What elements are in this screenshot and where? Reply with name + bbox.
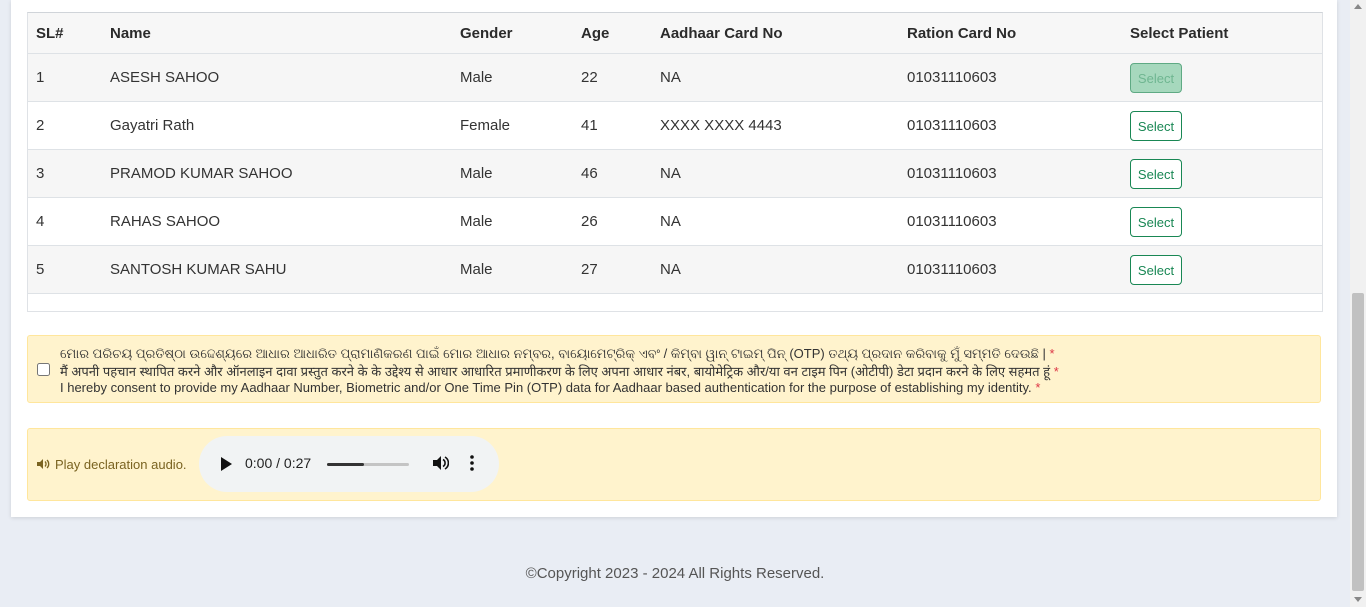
header-ration: Ration Card No [899, 13, 1122, 54]
audio-label: Play declaration audio. [36, 457, 187, 472]
cell-sl: 1 [28, 53, 102, 102]
patient-table: SL# Name Gender Age Aadhaar Card No Rati… [28, 13, 1322, 294]
table-header-row: SL# Name Gender Age Aadhaar Card No Rati… [28, 13, 1322, 54]
play-icon[interactable] [221, 457, 232, 471]
cell-sl: 2 [28, 101, 102, 150]
cell-select: Select [1122, 197, 1322, 246]
cell-aadhaar: NA [652, 245, 899, 294]
consent-odia-label: ମୋର ପରିଚୟ ପ୍ରତିଷ୍ଠା ଉଦ୍ଦେଶ୍ୟରେ ଆଧାର ଆଧାର… [60, 346, 1046, 361]
cell-aadhaar: NA [652, 149, 899, 198]
consent-text-hindi: मैं अपनी पहचान स्थापित करने और ऑनलाइन दा… [60, 362, 1059, 380]
header-select: Select Patient [1122, 13, 1322, 54]
cell-gender: Female [452, 101, 573, 150]
required-mark: * [1035, 380, 1041, 395]
cell-name: ASESH SAHOO [102, 53, 452, 102]
volume-slider[interactable] [327, 463, 409, 466]
cell-name: SANTOSH KUMAR SAHU [102, 245, 452, 294]
cell-select: Select [1122, 101, 1322, 150]
page-scrollbar[interactable] [1350, 0, 1366, 607]
cell-select: Select [1122, 149, 1322, 198]
cell-sl: 4 [28, 197, 102, 246]
consent-text-english: I hereby consent to provide my Aadhaar N… [60, 380, 1040, 395]
audio-player[interactable]: 0:00 / 0:27 [199, 436, 499, 492]
select-patient-button[interactable]: Select [1130, 110, 1182, 141]
consent-box: ମୋର ପରିଚୟ ପ୍ରତିଷ୍ଠା ଉଦ୍ଦେଶ୍ୟରେ ଆଧାର ଆଧାର… [27, 335, 1321, 403]
header-sl: SL# [28, 13, 102, 54]
audio-declaration-box: Play declaration audio. 0:00 / 0:27 [27, 428, 1321, 501]
scroll-down-icon[interactable] [1354, 597, 1362, 602]
cell-ration: 01031110603 [899, 245, 1122, 294]
consent-checkbox[interactable] [37, 363, 50, 376]
more-options-icon[interactable] [470, 455, 474, 471]
select-patient-button[interactable]: Select [1130, 158, 1182, 189]
cell-aadhaar: NA [652, 53, 899, 102]
cell-sl: 5 [28, 245, 102, 294]
patient-card: SL# Name Gender Age Aadhaar Card No Rati… [11, 0, 1337, 517]
cell-name: PRAMOD KUMAR SAHOO [102, 149, 452, 198]
cell-sl: 3 [28, 149, 102, 198]
cell-age: 41 [573, 101, 652, 150]
table-row: 5 SANTOSH KUMAR SAHU Male 27 NA 01031110… [28, 245, 1322, 294]
cell-aadhaar: XXXX XXXX 4443 [652, 101, 899, 150]
consent-english-label: I hereby consent to provide my Aadhaar N… [60, 380, 1032, 395]
cell-age: 26 [573, 197, 652, 246]
cell-age: 46 [573, 149, 652, 198]
cell-name: RAHAS SAHOO [102, 197, 452, 246]
cell-age: 22 [573, 53, 652, 102]
cell-gender: Male [452, 149, 573, 198]
select-patient-button[interactable]: Select [1130, 62, 1182, 93]
cell-select: Select [1122, 245, 1322, 294]
table-row: 3 PRAMOD KUMAR SAHOO Male 46 NA 01031110… [28, 149, 1322, 198]
consent-text-odia: ମୋର ପରିଚୟ ପ୍ରତିଷ୍ଠା ଉଦ୍ଦେଶ୍ୟରେ ଆଧାର ଆଧାର… [60, 346, 1055, 362]
scrollbar-thumb[interactable] [1352, 293, 1364, 591]
cell-gender: Male [452, 197, 573, 246]
cell-ration: 01031110603 [899, 101, 1122, 150]
audio-label-text: Play declaration audio. [55, 457, 187, 472]
header-gender: Gender [452, 13, 573, 54]
cell-ration: 01031110603 [899, 149, 1122, 198]
cell-gender: Male [452, 245, 573, 294]
scroll-up-icon[interactable] [1354, 4, 1362, 9]
footer-copyright: ©Copyright 2023 - 2024 All Rights Reserv… [525, 565, 825, 582]
audio-time: 0:00 / 0:27 [245, 455, 312, 471]
volume-slider-fill [327, 463, 364, 466]
select-patient-button[interactable]: Select [1130, 206, 1182, 237]
header-aadhaar: Aadhaar Card No [652, 13, 899, 54]
header-age: Age [573, 13, 652, 54]
header-name: Name [102, 13, 452, 54]
patient-table-container: SL# Name Gender Age Aadhaar Card No Rati… [27, 12, 1323, 312]
consent-hindi-label: मैं अपनी पहचान स्थापित करने और ऑनलाइन दा… [60, 364, 1051, 379]
cell-aadhaar: NA [652, 197, 899, 246]
cell-age: 27 [573, 245, 652, 294]
speaker-icon [37, 459, 50, 469]
cell-gender: Male [452, 53, 573, 102]
cell-select: Select [1122, 53, 1322, 102]
cell-ration: 01031110603 [899, 197, 1122, 246]
table-row: 1 ASESH SAHOO Male 22 NA 01031110603 Sel… [28, 53, 1322, 102]
required-mark: * [1049, 346, 1055, 361]
table-row: 4 RAHAS SAHOO Male 26 NA 01031110603 Sel… [28, 197, 1322, 246]
select-patient-button[interactable]: Select [1130, 254, 1182, 285]
table-row: 2 Gayatri Rath Female 41 XXXX XXXX 4443 … [28, 101, 1322, 150]
required-mark: * [1053, 364, 1059, 379]
cell-name: Gayatri Rath [102, 101, 452, 150]
cell-ration: 01031110603 [899, 53, 1122, 102]
volume-icon[interactable] [431, 454, 449, 472]
